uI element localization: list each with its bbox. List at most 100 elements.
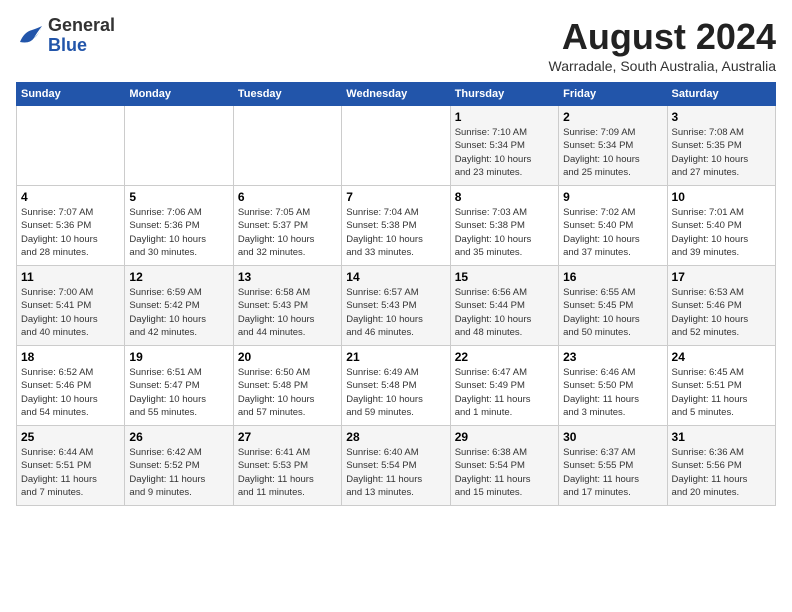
- calendar-cell: 9 Sunrise: 7:02 AM Sunset: 5:40 PM Daylig…: [559, 186, 667, 266]
- day-info: Sunrise: 6:56 AM Sunset: 5:44 PM Dayligh…: [455, 286, 554, 339]
- day-info: Sunrise: 6:51 AM Sunset: 5:47 PM Dayligh…: [129, 366, 228, 419]
- day-number: 17: [672, 270, 771, 284]
- calendar-table: SundayMondayTuesdayWednesdayThursdayFrid…: [16, 82, 776, 506]
- day-number: 15: [455, 270, 554, 284]
- day-number: 29: [455, 430, 554, 444]
- page-header: General Blue August 2024 Warradale, Sout…: [16, 16, 776, 74]
- day-number: 14: [346, 270, 445, 284]
- day-number: 1: [455, 110, 554, 124]
- day-number: 16: [563, 270, 662, 284]
- calendar-week-row: 18 Sunrise: 6:52 AM Sunset: 5:46 PM Dayli…: [17, 346, 776, 426]
- day-info: Sunrise: 6:42 AM Sunset: 5:52 PM Dayligh…: [129, 446, 228, 499]
- calendar-cell: 25 Sunrise: 6:44 AM Sunset: 5:51 PM Dayli…: [17, 426, 125, 506]
- calendar-week-row: 4Sunrise: 7:07 AM Sunset: 5:36 PM Daylig…: [17, 186, 776, 266]
- day-number: 25: [21, 430, 120, 444]
- calendar-cell: 8Sunrise: 7:03 AM Sunset: 5:38 PM Daylig…: [450, 186, 558, 266]
- calendar-cell: 31 Sunrise: 6:36 AM Sunset: 5:56 PM Dayli…: [667, 426, 775, 506]
- day-info: Sunrise: 6:41 AM Sunset: 5:53 PM Dayligh…: [238, 446, 337, 499]
- calendar-cell: 26 Sunrise: 6:42 AM Sunset: 5:52 PM Dayli…: [125, 426, 233, 506]
- calendar-cell: 18 Sunrise: 6:52 AM Sunset: 5:46 PM Dayli…: [17, 346, 125, 426]
- calendar-week-row: 11 Sunrise: 7:00 AM Sunset: 5:41 PM Dayli…: [17, 266, 776, 346]
- day-info: Sunrise: 6:40 AM Sunset: 5:54 PM Dayligh…: [346, 446, 445, 499]
- day-info: Sunrise: 6:37 AM Sunset: 5:55 PM Dayligh…: [563, 446, 662, 499]
- day-info: Sunrise: 7:01 AM Sunset: 5:40 PM Dayligh…: [672, 206, 771, 259]
- calendar-cell: 27 Sunrise: 6:41 AM Sunset: 5:53 PM Dayli…: [233, 426, 341, 506]
- day-info: Sunrise: 7:00 AM Sunset: 5:41 PM Dayligh…: [21, 286, 120, 339]
- calendar-cell: 16 Sunrise: 6:55 AM Sunset: 5:45 PM Dayli…: [559, 266, 667, 346]
- day-info: Sunrise: 6:49 AM Sunset: 5:48 PM Dayligh…: [346, 366, 445, 419]
- day-number: 5: [129, 190, 228, 204]
- day-of-week-header: Thursday: [450, 83, 558, 106]
- day-info: Sunrise: 7:07 AM Sunset: 5:36 PM Dayligh…: [21, 206, 120, 259]
- calendar-cell: [125, 106, 233, 186]
- day-number: 22: [455, 350, 554, 364]
- calendar-cell: 19 Sunrise: 6:51 AM Sunset: 5:47 PM Dayli…: [125, 346, 233, 426]
- calendar-cell: 5Sunrise: 7:06 AM Sunset: 5:36 PM Daylig…: [125, 186, 233, 266]
- day-number: 3: [672, 110, 771, 124]
- day-number: 10: [672, 190, 771, 204]
- calendar-cell: 2Sunrise: 7:09 AM Sunset: 5:34 PM Daylig…: [559, 106, 667, 186]
- day-of-week-header: Wednesday: [342, 83, 450, 106]
- day-number: 28: [346, 430, 445, 444]
- calendar-cell: 14Sunrise: 6:57 AM Sunset: 5:43 PM Dayli…: [342, 266, 450, 346]
- calendar-cell: 10 Sunrise: 7:01 AM Sunset: 5:40 PM Dayli…: [667, 186, 775, 266]
- day-number: 26: [129, 430, 228, 444]
- day-number: 24: [672, 350, 771, 364]
- day-number: 21: [346, 350, 445, 364]
- calendar-cell: [233, 106, 341, 186]
- calendar-cell: 11 Sunrise: 7:00 AM Sunset: 5:41 PM Dayli…: [17, 266, 125, 346]
- day-number: 13: [238, 270, 337, 284]
- day-info: Sunrise: 7:04 AM Sunset: 5:38 PM Dayligh…: [346, 206, 445, 259]
- day-info: Sunrise: 6:38 AM Sunset: 5:54 PM Dayligh…: [455, 446, 554, 499]
- calendar-header-row: SundayMondayTuesdayWednesdayThursdayFrid…: [17, 83, 776, 106]
- day-info: Sunrise: 6:55 AM Sunset: 5:45 PM Dayligh…: [563, 286, 662, 339]
- day-info: Sunrise: 6:52 AM Sunset: 5:46 PM Dayligh…: [21, 366, 120, 419]
- day-number: 6: [238, 190, 337, 204]
- calendar-cell: 21 Sunrise: 6:49 AM Sunset: 5:48 PM Dayli…: [342, 346, 450, 426]
- day-info: Sunrise: 7:10 AM Sunset: 5:34 PM Dayligh…: [455, 126, 554, 179]
- logo-text: General Blue: [48, 16, 115, 56]
- day-number: 18: [21, 350, 120, 364]
- calendar-cell: 1 Sunrise: 7:10 AM Sunset: 5:34 PM Daylig…: [450, 106, 558, 186]
- day-info: Sunrise: 6:36 AM Sunset: 5:56 PM Dayligh…: [672, 446, 771, 499]
- day-number: 31: [672, 430, 771, 444]
- day-info: Sunrise: 7:05 AM Sunset: 5:37 PM Dayligh…: [238, 206, 337, 259]
- title-block: August 2024 Warradale, South Australia, …: [549, 16, 777, 74]
- calendar-cell: 12Sunrise: 6:59 AM Sunset: 5:42 PM Dayli…: [125, 266, 233, 346]
- calendar-cell: 15 Sunrise: 6:56 AM Sunset: 5:44 PM Dayli…: [450, 266, 558, 346]
- calendar-cell: 20 Sunrise: 6:50 AM Sunset: 5:48 PM Dayli…: [233, 346, 341, 426]
- calendar-cell: [17, 106, 125, 186]
- calendar-cell: 7Sunrise: 7:04 AM Sunset: 5:38 PM Daylig…: [342, 186, 450, 266]
- day-info: Sunrise: 6:50 AM Sunset: 5:48 PM Dayligh…: [238, 366, 337, 419]
- calendar-cell: 3 Sunrise: 7:08 AM Sunset: 5:35 PM Daylig…: [667, 106, 775, 186]
- logo-icon: [16, 22, 44, 50]
- calendar-cell: 29 Sunrise: 6:38 AM Sunset: 5:54 PM Dayli…: [450, 426, 558, 506]
- day-number: 2: [563, 110, 662, 124]
- calendar-cell: 23Sunrise: 6:46 AM Sunset: 5:50 PM Dayli…: [559, 346, 667, 426]
- calendar-week-row: 25 Sunrise: 6:44 AM Sunset: 5:51 PM Dayli…: [17, 426, 776, 506]
- day-info: Sunrise: 7:02 AM Sunset: 5:40 PM Dayligh…: [563, 206, 662, 259]
- day-of-week-header: Sunday: [17, 83, 125, 106]
- day-number: 19: [129, 350, 228, 364]
- day-info: Sunrise: 6:44 AM Sunset: 5:51 PM Dayligh…: [21, 446, 120, 499]
- calendar-cell: 22Sunrise: 6:47 AM Sunset: 5:49 PM Dayli…: [450, 346, 558, 426]
- day-number: 9: [563, 190, 662, 204]
- calendar-cell: 6 Sunrise: 7:05 AM Sunset: 5:37 PM Daylig…: [233, 186, 341, 266]
- day-number: 11: [21, 270, 120, 284]
- day-number: 27: [238, 430, 337, 444]
- calendar-cell: [342, 106, 450, 186]
- calendar-cell: 28 Sunrise: 6:40 AM Sunset: 5:54 PM Dayli…: [342, 426, 450, 506]
- day-of-week-header: Monday: [125, 83, 233, 106]
- calendar-title: August 2024: [549, 16, 777, 58]
- day-of-week-header: Friday: [559, 83, 667, 106]
- logo: General Blue: [16, 16, 115, 56]
- day-number: 20: [238, 350, 337, 364]
- day-info: Sunrise: 7:08 AM Sunset: 5:35 PM Dayligh…: [672, 126, 771, 179]
- calendar-cell: 13Sunrise: 6:58 AM Sunset: 5:43 PM Dayli…: [233, 266, 341, 346]
- day-info: Sunrise: 6:53 AM Sunset: 5:46 PM Dayligh…: [672, 286, 771, 339]
- calendar-cell: 30Sunrise: 6:37 AM Sunset: 5:55 PM Dayli…: [559, 426, 667, 506]
- day-info: Sunrise: 6:45 AM Sunset: 5:51 PM Dayligh…: [672, 366, 771, 419]
- day-info: Sunrise: 6:59 AM Sunset: 5:42 PM Dayligh…: [129, 286, 228, 339]
- day-of-week-header: Saturday: [667, 83, 775, 106]
- calendar-cell: 4Sunrise: 7:07 AM Sunset: 5:36 PM Daylig…: [17, 186, 125, 266]
